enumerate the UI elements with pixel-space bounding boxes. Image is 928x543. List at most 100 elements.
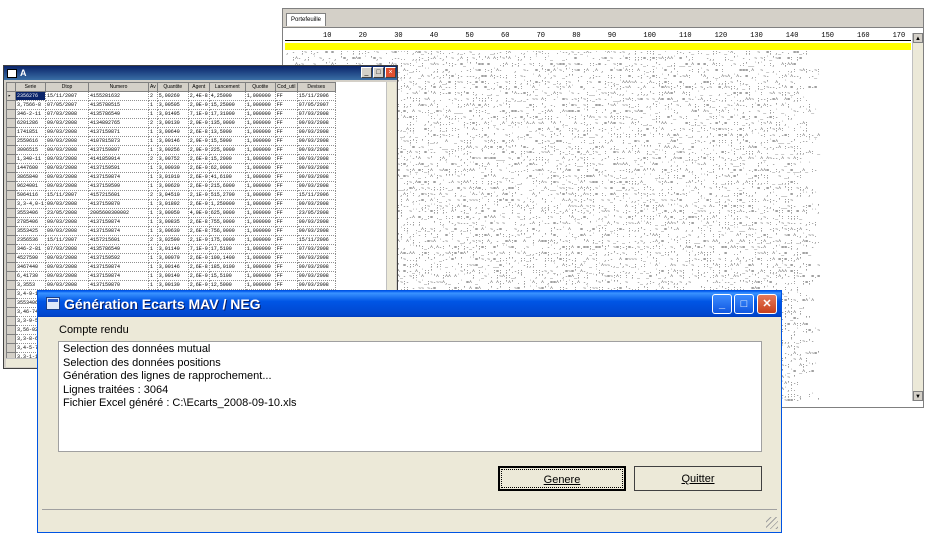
row-selector[interactable] (6, 190, 16, 200)
column-header[interactable]: Quotite (244, 82, 276, 92)
table-cell[interactable]: 3553406 (14, 208, 47, 218)
table-cell[interactable]: 2356276 (14, 91, 47, 101)
table-cell[interactable]: 7,1E-0 (187, 244, 210, 254)
table-row[interactable]: 2785406 09/03/2008 4137159874 1 3,00835 2,6E-… (6, 217, 336, 227)
table-cell[interactable]: FF (274, 145, 298, 155)
table-cell[interactable]: 4134892765 (88, 118, 150, 128)
table-cell[interactable]: 23/05/2008 (45, 208, 90, 218)
table-cell[interactable]: FF (274, 262, 298, 272)
table-row[interactable]: 1,340-11 09/03/2008 4141859914 2 3,00752 2,6E… (6, 154, 336, 164)
row-selector[interactable] (6, 298, 16, 308)
table-row[interactable]: 1741851 09/03/2008 4137159871 1 3,00640 2,6E-… (6, 127, 336, 137)
column-header[interactable]: Devises (296, 82, 336, 92)
maximize-icon[interactable]: □ (734, 294, 754, 314)
table-cell[interactable]: FF (274, 190, 298, 200)
table-cell[interactable]: 4141859914 (88, 154, 150, 164)
table-cell[interactable]: 1,000000 (244, 253, 276, 263)
table-cell[interactable]: 3,02590 (156, 235, 189, 245)
table-cell[interactable]: 3,01010 (156, 172, 189, 182)
table-cell[interactable]: 4137159874 (88, 172, 150, 182)
table-cell[interactable]: 1,000000 (244, 154, 276, 164)
table-cell[interactable]: 4137159599 (88, 181, 150, 191)
table-cell[interactable]: 2,1E-0 (187, 190, 210, 200)
table-cell[interactable]: 1,000000 (244, 91, 276, 101)
table-cell[interactable]: 6201286 (14, 118, 47, 128)
table-cell[interactable]: 15/11/2006 (296, 190, 336, 200)
table-cell[interactable]: 2,9E-0 (187, 136, 210, 146)
table-cell[interactable]: 07/03/2008 (45, 109, 90, 119)
table-cell[interactable]: 2005600300002 (88, 208, 150, 218)
table-cell[interactable]: 15/11/2006 (296, 235, 336, 245)
table-cell[interactable]: 2785406 (14, 217, 47, 227)
close-icon[interactable]: ✕ (757, 294, 777, 314)
table-cell[interactable]: 3,3-4,0-1 (14, 199, 47, 209)
table-cell[interactable]: 17,5100 (208, 244, 246, 254)
table-cell[interactable]: 1 (148, 199, 158, 209)
column-header[interactable]: Cod_util (274, 82, 298, 92)
table-cell[interactable]: 12,5000 (208, 280, 246, 290)
table-cell[interactable]: FF (274, 154, 298, 164)
table-cell[interactable]: 4137159897 (88, 145, 150, 155)
table-cell[interactable]: 1,000000 (244, 235, 276, 245)
row-selector[interactable] (6, 217, 16, 227)
table-row[interactable]: 4527590 09/03/2008 4137159592 1 3,00079 2,6E-… (6, 253, 336, 263)
table-cell[interactable]: 2,6E-8 (187, 127, 210, 137)
table-cell[interactable]: 1,000000 (244, 226, 276, 236)
table-cell[interactable]: 1 (148, 262, 158, 272)
table-cell[interactable]: 09/03/2008 (296, 136, 336, 146)
table-cell[interactable]: 1,000000 (244, 181, 276, 191)
table-cell[interactable]: 09/03/2008 (45, 262, 90, 272)
row-selector[interactable]: ▸ (6, 91, 16, 101)
table-cell[interactable]: 15/11/2007 (45, 190, 90, 200)
row-selector[interactable] (6, 172, 16, 182)
table-cell[interactable]: 4,0E-0 (187, 208, 210, 218)
table-cell[interactable]: 4137159871 (88, 127, 150, 137)
row-selector[interactable] (6, 226, 16, 236)
table-cell[interactable]: 1 (148, 208, 158, 218)
table-cell[interactable]: 2,0E-0 (187, 145, 210, 155)
table-cell[interactable]: 515,2700 (208, 190, 246, 200)
table-cell[interactable]: 346-2-81 (14, 244, 47, 254)
table-cell[interactable]: 3,3553 (14, 280, 47, 290)
table-cell[interactable]: 1,000000 (244, 217, 276, 227)
table-cell[interactable]: 3,00079 (156, 253, 189, 263)
table-cell[interactable]: 09/03/2008 (45, 172, 90, 182)
table-cell[interactable]: 09/03/2008 (45, 271, 90, 281)
table-cell[interactable]: 1,000000 (244, 208, 276, 218)
table-cell[interactable]: 346-2-11 (14, 109, 47, 119)
table-cell[interactable]: 4,25000 (208, 91, 246, 101)
table-cell[interactable]: 2,6E-0 (187, 199, 210, 209)
row-selector[interactable] (6, 145, 16, 155)
table-cell[interactable]: 09/03/2008 (45, 136, 90, 146)
table-cell[interactable]: 09/03/2008 (45, 154, 90, 164)
table-cell[interactable]: 225,0000 (208, 145, 246, 155)
table-cell[interactable]: 3,00140 (156, 271, 189, 281)
table-cell[interactable]: FF (274, 217, 298, 227)
generer-button[interactable]: Genere (498, 466, 626, 491)
table-cell[interactable]: 3,00130 (156, 118, 189, 128)
table-row[interactable]: 346-2-81 07/03/2008 4135786549 1 3,01140 7,1E… (6, 244, 336, 254)
row-selector[interactable] (6, 154, 16, 164)
table-row[interactable]: 3,7566-8 07/05/2007 4135780515 1 3,00505 2,0E… (6, 100, 336, 110)
row-selector[interactable] (6, 307, 16, 317)
table-cell[interactable]: 3,00030 (156, 163, 189, 173)
table-cell[interactable]: 2,6E-0 (187, 271, 210, 281)
table-cell[interactable]: 4157215601 (88, 190, 150, 200)
table-cell[interactable]: FF (274, 109, 298, 119)
table-cell[interactable]: 07/05/2007 (45, 100, 90, 110)
table-cell[interactable]: 3,00835 (156, 217, 189, 227)
grid-titlebar[interactable]: A _ □ × (4, 66, 397, 80)
row-selector[interactable] (6, 100, 16, 110)
table-cell[interactable]: 2 (148, 235, 158, 245)
table-cell[interactable]: 1447600 (14, 163, 47, 173)
table-cell[interactable]: 3,00640 (156, 127, 189, 137)
table-cell[interactable]: 4527590 (14, 253, 47, 263)
table-cell[interactable]: 755,0000 (208, 217, 246, 227)
table-cell[interactable]: 2,6E-8 (187, 226, 210, 236)
table-cell[interactable]: 625,0000 (208, 208, 246, 218)
table-cell[interactable]: 09/03/2008 (45, 181, 90, 191)
table-cell[interactable]: 07/03/2008 (296, 244, 336, 254)
dialog-titlebar[interactable]: Génération Ecarts MAV / NEG _ □ ✕ (38, 291, 781, 317)
table-cell[interactable]: 23/05/2008 (296, 208, 336, 218)
table-cell[interactable]: 1 (148, 163, 158, 173)
